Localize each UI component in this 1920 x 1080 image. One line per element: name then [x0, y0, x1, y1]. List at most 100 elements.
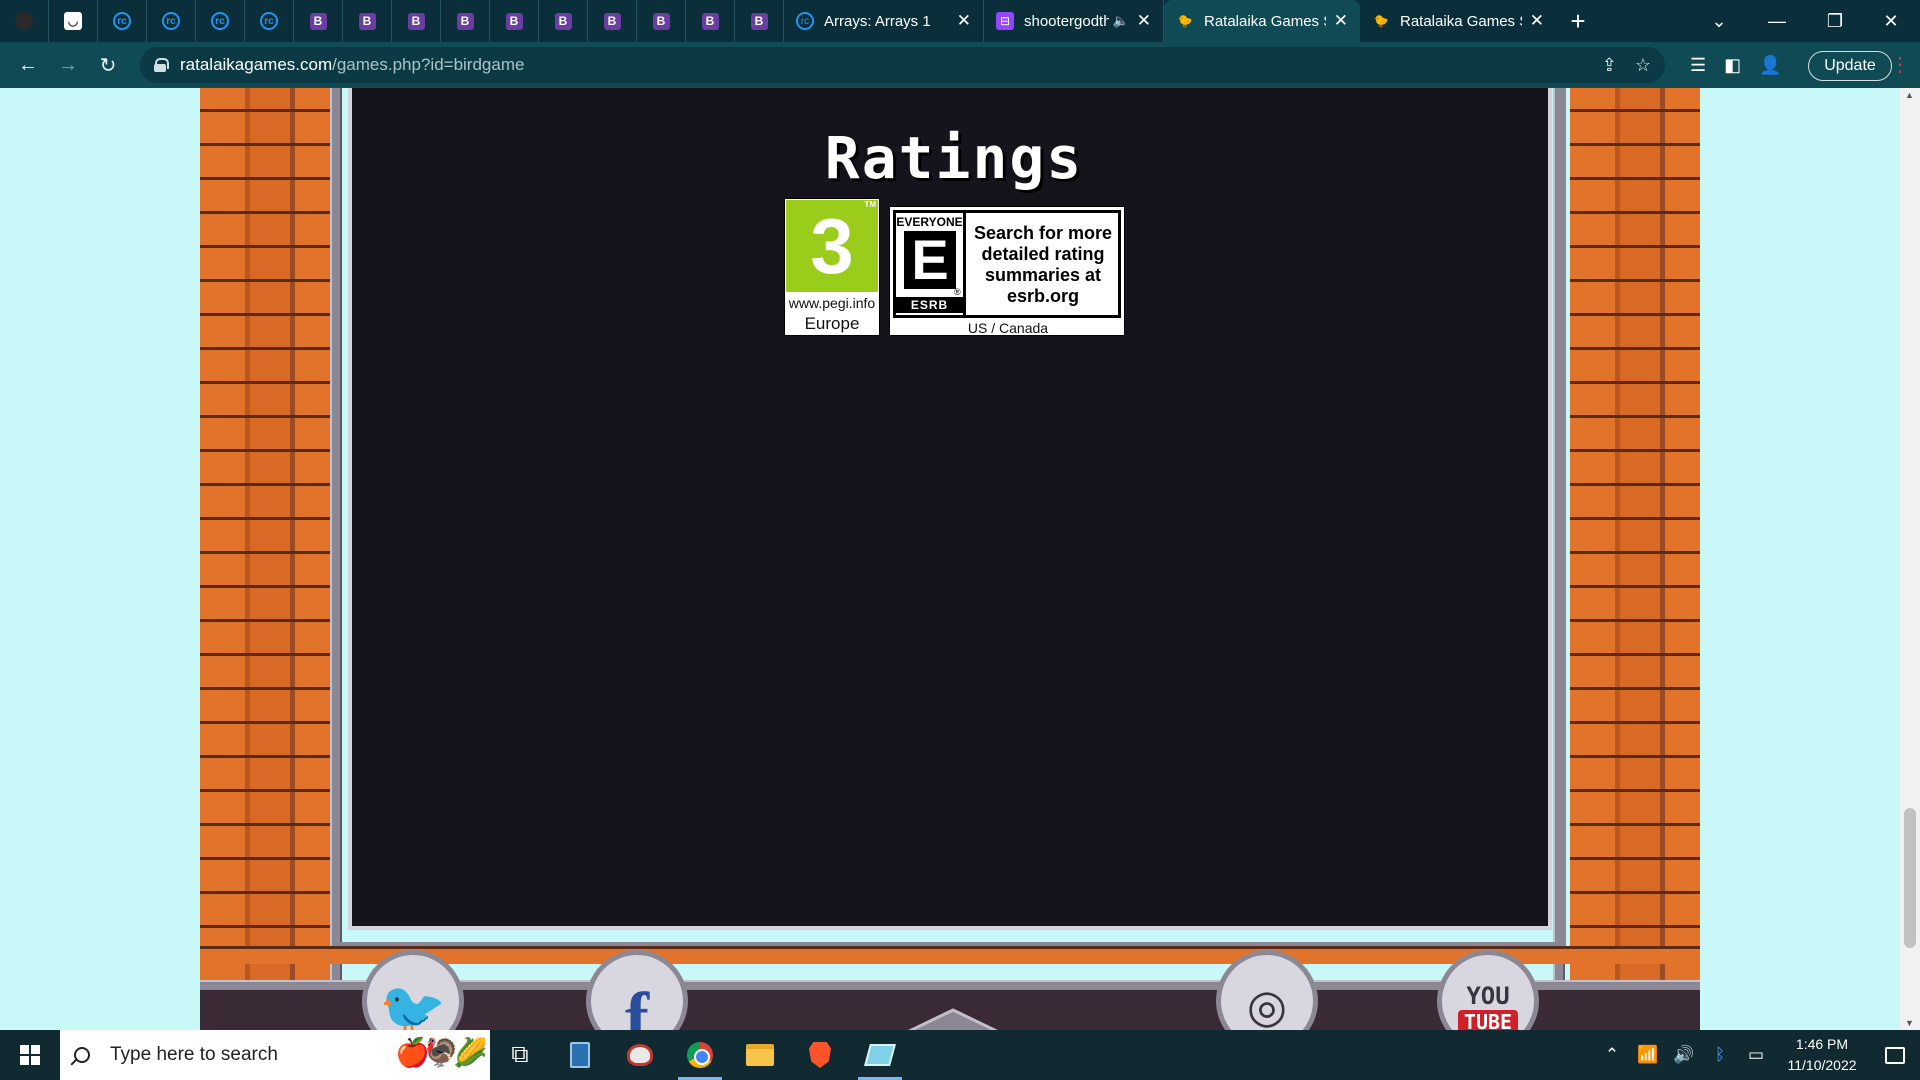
more-menu-icon[interactable]: ⋮: [1890, 52, 1910, 78]
close-tab-icon[interactable]: ✕: [1137, 11, 1151, 31]
page-scrollbar[interactable]: ▲ ▼: [1900, 88, 1920, 1030]
bird-icon: 🐤: [1177, 14, 1193, 28]
b-icon: B: [750, 12, 768, 30]
restore-button[interactable]: ❐: [1806, 0, 1864, 42]
b-icon: B: [309, 12, 327, 30]
snipping-app[interactable]: [610, 1030, 670, 1080]
back-button[interactable]: ←: [8, 42, 48, 88]
close-tab-icon[interactable]: ✕: [957, 11, 971, 31]
replit-icon: rc: [796, 12, 814, 30]
muted-speaker-icon[interactable]: 🔈: [1113, 13, 1129, 29]
tab-label: shootergodth: [1024, 12, 1109, 30]
home-peak-icon[interactable]: [893, 1008, 1013, 1030]
pinned-tab[interactable]: B: [539, 0, 588, 42]
pinned-tab[interactable]: rc: [147, 0, 196, 42]
pinned-tab[interactable]: rc: [196, 0, 245, 42]
clock[interactable]: 1:46 PM 11/10/2022: [1774, 1034, 1870, 1076]
start-button[interactable]: [0, 1030, 60, 1080]
pinned-tab[interactable]: B: [392, 0, 441, 42]
youtube-tube-label: TUBE: [1457, 1010, 1519, 1030]
pinned-tab[interactable]: B: [588, 0, 637, 42]
esrb-box: EVERYONE E ® ESRB Search for more detail…: [893, 210, 1121, 318]
lock-icon[interactable]: [154, 58, 169, 72]
profile-icon[interactable]: 👤: [1759, 55, 1781, 76]
url-path: /games.php?id=birdgame: [332, 55, 525, 74]
calculator-app[interactable]: [550, 1030, 610, 1080]
wifi-icon[interactable]: 📶: [1630, 1045, 1666, 1065]
tab-twitch[interactable]: ⊟ shootergodth 🔈 ✕: [984, 0, 1164, 42]
scroll-thumb[interactable]: [1904, 808, 1916, 948]
scroll-down-arrow-icon[interactable]: ▼: [1905, 1018, 1914, 1028]
pinned-tab[interactable]: ◡: [49, 0, 98, 42]
notes-app[interactable]: [850, 1030, 910, 1080]
bluetooth-icon[interactable]: ᛒ: [1702, 1045, 1738, 1065]
task-view-button[interactable]: ⧉: [490, 1030, 550, 1080]
notification-center-button[interactable]: [1870, 1046, 1920, 1064]
tab-label: Ratalaika Games S: [1400, 12, 1522, 30]
esrb-region: US / Canada: [967, 320, 1049, 336]
share-icon[interactable]: ⇪: [1602, 55, 1617, 76]
pinned-tab[interactable]: [0, 0, 49, 42]
chrome-icon: [687, 1042, 713, 1068]
tab-arrays[interactable]: rc Arrays: Arrays 1 ✕: [784, 0, 984, 42]
tab-ratalaika[interactable]: 🐤 Ratalaika Games S ✕: [1360, 0, 1556, 42]
chrome-app[interactable]: [670, 1030, 730, 1080]
clock-date: 11/10/2022: [1787, 1057, 1857, 1073]
reading-list-icon[interactable]: ☰: [1690, 55, 1706, 76]
ratings-heading: Ratings: [824, 124, 1084, 192]
taskbar-search-box[interactable]: Type here to search 🍎🦃🌽: [60, 1030, 490, 1080]
b-icon: B: [407, 12, 425, 30]
task-view-icon: ⧉: [511, 1041, 529, 1068]
show-hidden-chevron-icon[interactable]: ⌃: [1594, 1045, 1630, 1065]
file-explorer-app[interactable]: [730, 1030, 790, 1080]
pinned-tab[interactable]: B: [490, 0, 539, 42]
volume-icon[interactable]: 🔊: [1666, 1045, 1702, 1065]
pinned-tab[interactable]: rc: [98, 0, 147, 42]
close-tab-icon[interactable]: ✕: [1530, 11, 1544, 31]
bookmark-star-icon[interactable]: ☆: [1635, 55, 1651, 76]
side-panel-icon[interactable]: ◧: [1724, 55, 1741, 76]
b-icon: B: [554, 12, 572, 30]
pinned-tab[interactable]: B: [343, 0, 392, 42]
search-placeholder: Type here to search: [110, 1044, 278, 1065]
pinned-tab[interactable]: B: [441, 0, 490, 42]
pinned-tab[interactable]: B: [686, 0, 735, 42]
search-icon: [74, 1047, 90, 1063]
pegi-rating-badge[interactable]: 3 TM www.pegi.info Europe: [784, 198, 880, 336]
tab-ratalaika-active[interactable]: 🐤 Ratalaika Games S ✕: [1164, 0, 1360, 42]
minimize-button[interactable]: —: [1748, 0, 1806, 42]
esrb-everyone-label: EVERYONE: [896, 215, 963, 229]
notification-icon: [1885, 1046, 1905, 1064]
blank-tab-icon: [15, 12, 33, 30]
brick-wall-right: [1570, 88, 1700, 1030]
pinned-tab[interactable]: B: [735, 0, 784, 42]
page-viewport: Ratings 3 TM www.pegi.info Europe EVERYO…: [0, 88, 1920, 1030]
pegi-age-box: 3 TM: [786, 200, 878, 292]
replit-icon: rc: [260, 12, 278, 30]
tab-search-chevron-icon[interactable]: ⌄: [1690, 0, 1748, 42]
close-tab-icon[interactable]: ✕: [1334, 11, 1348, 31]
b-icon: B: [505, 12, 523, 30]
update-button[interactable]: Update: [1808, 51, 1892, 81]
pinned-tab[interactable]: B: [637, 0, 686, 42]
b-icon: B: [358, 12, 376, 30]
windows-taskbar: Type here to search 🍎🦃🌽 ⧉ ⌃ 📶 🔊 ᛒ ▭ 1:46…: [0, 1030, 1920, 1080]
replit-icon: rc: [113, 12, 131, 30]
brave-app[interactable]: [790, 1030, 850, 1080]
snipping-tool-icon: [627, 1044, 653, 1066]
reload-button[interactable]: ↻: [88, 42, 128, 88]
tab-label: Arrays: Arrays 1: [824, 12, 931, 30]
forward-button[interactable]: →: [48, 42, 88, 88]
pinned-tab[interactable]: rc: [245, 0, 294, 42]
ratings-panel: Ratings 3 TM www.pegi.info Europe EVERYO…: [348, 88, 1552, 930]
close-window-button[interactable]: ✕: [1862, 0, 1920, 42]
esrb-rating-badge[interactable]: EVERYONE E ® ESRB Search for more detail…: [889, 206, 1125, 336]
scroll-up-arrow-icon[interactable]: ▲: [1905, 90, 1914, 100]
address-bar[interactable]: ratalaikagames.com/games.php?id=birdgame…: [140, 47, 1665, 83]
new-tab-button[interactable]: +: [1556, 0, 1600, 42]
pinned-tab[interactable]: B: [294, 0, 343, 42]
battery-icon[interactable]: ▭: [1738, 1045, 1774, 1065]
b-icon: B: [603, 12, 621, 30]
brick-wall-left: [200, 88, 330, 1030]
youtube-you-label: YOU: [1466, 982, 1510, 1010]
